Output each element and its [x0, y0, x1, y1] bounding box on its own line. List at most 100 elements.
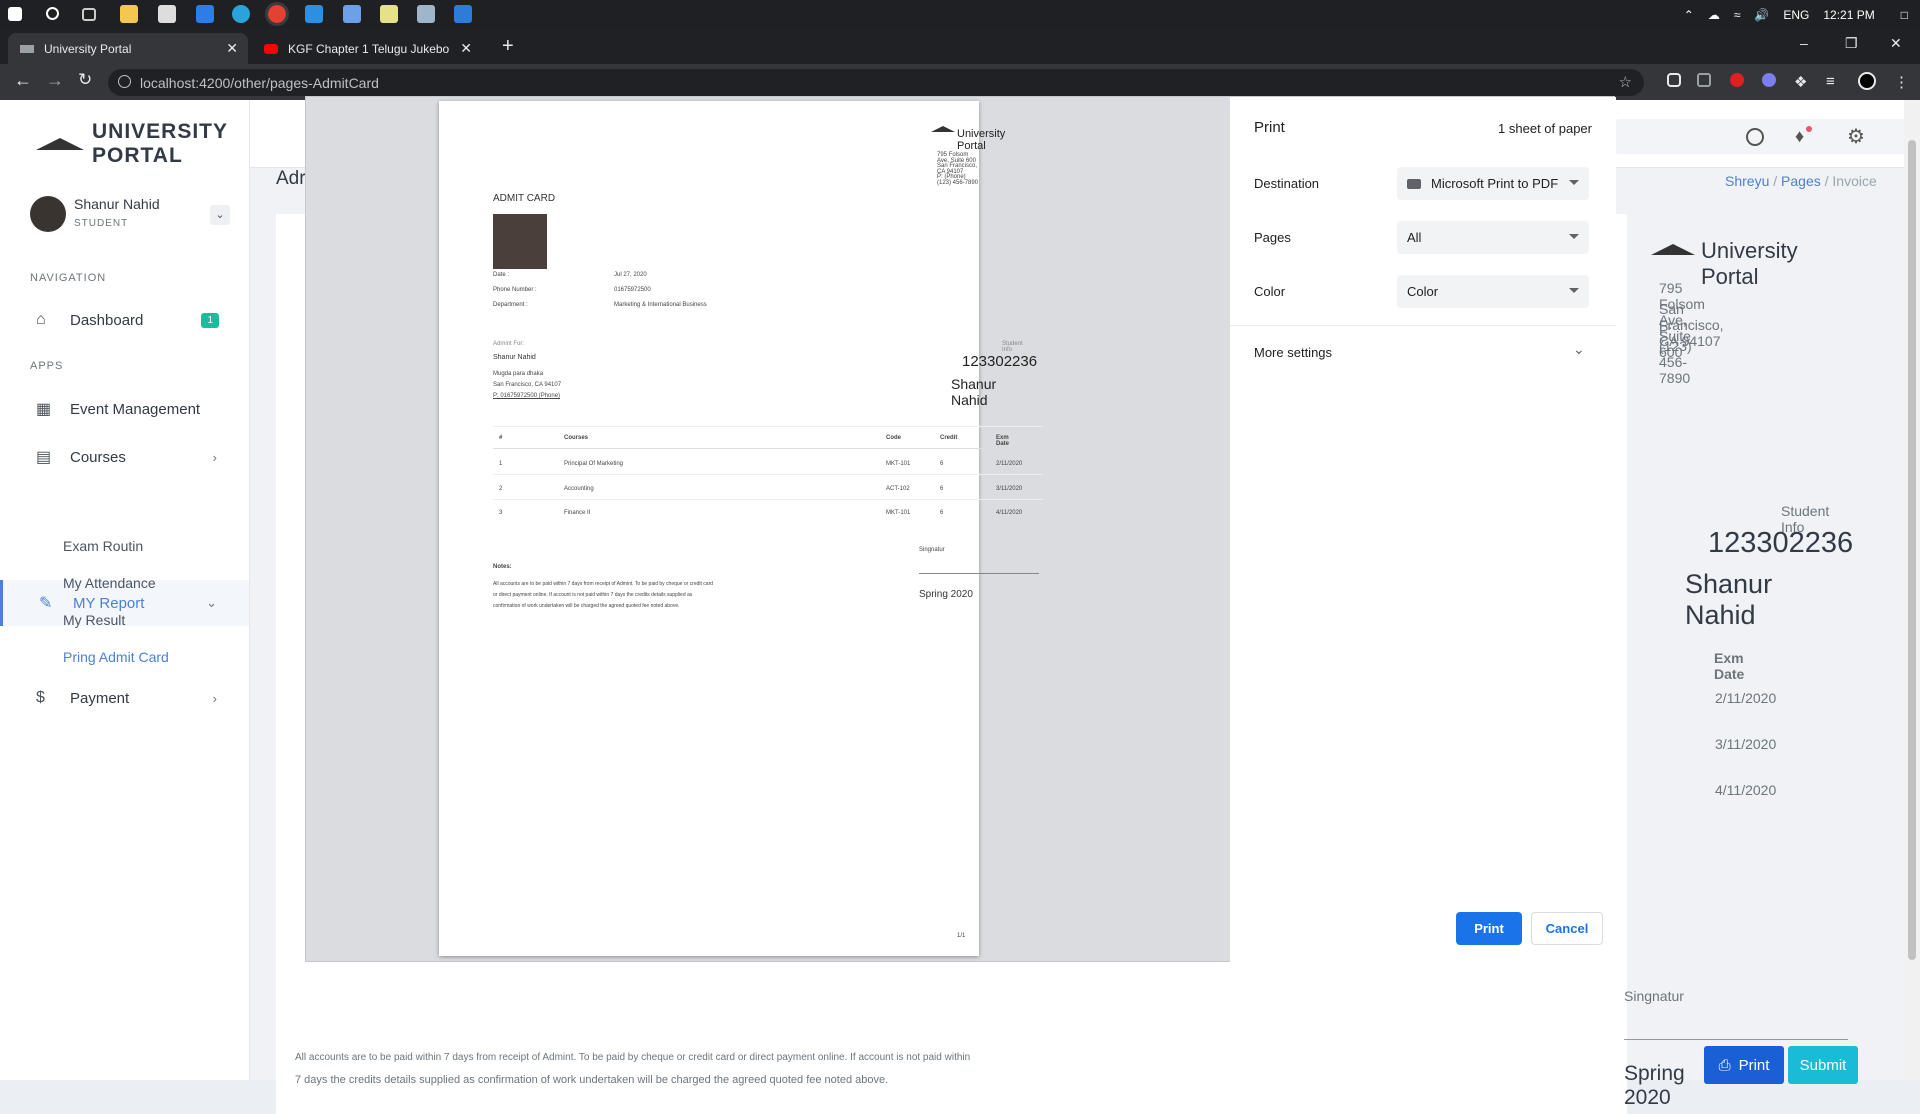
extension-1-icon[interactable] — [1667, 73, 1681, 87]
preview-notes-title: Notes: — [493, 564, 512, 570]
minimize-icon[interactable]: – — [1800, 35, 1808, 51]
clock[interactable]: 12:21 PM — [1823, 8, 1874, 22]
reading-list-icon[interactable]: ≡ — [1826, 73, 1835, 90]
chevron-up-icon[interactable]: ⌃ — [1684, 8, 1694, 22]
preview-field-dept-value: Marketing & International Business — [614, 302, 707, 308]
page-scrollbar[interactable] — [1904, 100, 1920, 1080]
settings-gear-icon[interactable]: ⚙ — [1847, 124, 1865, 149]
windows-start-icon[interactable] — [8, 7, 22, 21]
app-cube-icon[interactable] — [343, 5, 361, 23]
preview-row-line — [493, 499, 1043, 500]
breadcrumb-pages[interactable]: Pages — [1781, 173, 1821, 189]
volume-icon[interactable]: 🔊 — [1754, 8, 1769, 22]
preview-row1-course: Principal Of Marketing — [564, 461, 624, 467]
forward-icon[interactable]: → — [46, 70, 64, 91]
submenu-my-attendance[interactable]: My Attendance — [63, 575, 156, 591]
address-bar[interactable]: localhost:4200/other/pages-AdmitCard ☆ — [108, 69, 1644, 96]
extensions-puzzle-icon[interactable]: ❖ — [1794, 73, 1807, 91]
file-explorer-icon[interactable] — [120, 5, 138, 23]
sidebar-item-event-management[interactable]: ▦ Event Management — [0, 386, 249, 432]
bell-icon[interactable]: ♦ — [1795, 126, 1804, 147]
restore-icon[interactable]: ❐ — [1845, 35, 1858, 52]
sidebar-item-courses[interactable]: ▤ Courses › — [0, 434, 249, 480]
bookmark-star-icon[interactable]: ☆ — [1619, 73, 1632, 91]
extension-vpn-icon[interactable] — [1762, 73, 1776, 87]
breadcrumb: Shreyu / Pages / Invoice — [1725, 173, 1877, 189]
reload-icon[interactable]: ↻ — [78, 70, 92, 90]
invoice-print-button[interactable]: ⎙ Print — [1704, 1046, 1784, 1084]
sidebar-item-payment[interactable]: $ Payment › — [0, 675, 249, 721]
invoice-signature-line — [1624, 1039, 1848, 1040]
photos-icon[interactable] — [417, 5, 435, 23]
extension-2-icon[interactable] — [1697, 73, 1711, 87]
edge-icon[interactable] — [232, 5, 250, 23]
preview-student-id: 123302236 — [962, 353, 1038, 370]
profile-avatar-icon[interactable] — [1858, 72, 1876, 90]
search-icon[interactable] — [46, 7, 59, 20]
tab-kgf-jukebox[interactable]: KGF Chapter 1 Telugu Jukebo ✕ — [252, 33, 482, 64]
vscode-icon[interactable] — [305, 5, 323, 23]
preview-signature-label: Singnatur — [919, 547, 945, 553]
close-tab-icon[interactable]: ✕ — [460, 40, 472, 57]
preview-row3-num: 3 — [499, 510, 503, 516]
search-input[interactable] — [1615, 119, 1920, 154]
logo[interactable]: UNIVERSITY PORTAL — [36, 120, 249, 168]
tab-title: KGF Chapter 1 Telugu Jukebo — [288, 41, 450, 56]
task-view-icon[interactable] — [82, 8, 96, 21]
pages-select[interactable]: All — [1397, 221, 1589, 254]
preview-th-num: # — [499, 435, 503, 441]
submenu-exam-routin[interactable]: Exam Routin — [63, 538, 143, 554]
preview-row1-code: MKT-101 — [886, 461, 911, 467]
extension-opera-icon[interactable] — [1730, 73, 1744, 87]
preview-row1-credit: 6 — [940, 461, 944, 467]
notifications-icon[interactable]: □ — [1901, 8, 1908, 22]
language-indicator[interactable]: ENG — [1783, 8, 1809, 22]
tab-university-portal[interactable]: University Portal ✕ — [8, 33, 248, 64]
scrollbar-thumb[interactable] — [1908, 140, 1916, 960]
preview-address-3: P: (Phone) (123) 456-7890 — [937, 174, 979, 186]
invoice-date-3: 4/11/2020 — [1715, 782, 1777, 798]
color-value: Color — [1407, 284, 1439, 299]
breadcrumb-shreyu[interactable]: Shreyu — [1725, 173, 1769, 189]
pages-value: All — [1407, 230, 1422, 245]
back-icon[interactable]: ← — [14, 70, 32, 91]
globe-icon[interactable] — [1746, 128, 1764, 146]
user-name[interactable]: Shanur Nahid — [74, 196, 160, 212]
submenu-my-result[interactable]: My Result — [63, 612, 125, 628]
color-select[interactable]: Color — [1397, 275, 1589, 308]
close-window-icon[interactable]: ✕ — [1890, 35, 1902, 52]
chevron-right-icon: › — [212, 690, 217, 706]
wifi-icon[interactable]: ≈ — [1734, 8, 1741, 22]
chrome-menu-icon[interactable]: ⋮ — [1894, 73, 1909, 91]
store-icon[interactable] — [158, 5, 176, 23]
preview-row2-num: 2 — [499, 486, 503, 492]
notepad-icon[interactable] — [380, 5, 398, 23]
invoice-date-1: 2/11/2020 — [1715, 690, 1777, 706]
preview-field-phone-label: Phone Number : — [493, 287, 537, 293]
bolt-app-icon[interactable] — [454, 5, 472, 23]
print-button[interactable]: Print — [1456, 912, 1522, 945]
submit-button[interactable]: Submit — [1788, 1046, 1858, 1084]
invoice-date-2: 3/11/2020 — [1715, 736, 1777, 752]
more-settings-label: More settings — [1254, 345, 1333, 360]
cloud-icon[interactable]: ☁ — [1708, 8, 1720, 22]
user-avatar[interactable] — [30, 196, 66, 232]
preview-row2-code: ACT-102 — [886, 486, 910, 492]
dropdown-caret-icon — [1569, 288, 1579, 293]
chrome-icon[interactable] — [265, 2, 289, 26]
sheet-count: 1 sheet of paper — [1498, 121, 1592, 136]
submenu-pring-admit-card[interactable]: Pring Admit Card — [63, 649, 169, 665]
user-menu-chevron-icon[interactable]: ⌄ — [210, 205, 230, 225]
mail-icon[interactable] — [196, 5, 214, 23]
printer-icon — [1407, 178, 1421, 189]
destination-select[interactable]: Microsoft Print to PDF — [1397, 167, 1589, 200]
sidebar-item-label: MY Report — [73, 594, 145, 612]
more-settings-toggle[interactable]: More settings ⌄ — [1230, 337, 1616, 367]
breadcrumb-invoice: Invoice — [1832, 173, 1877, 189]
cancel-button[interactable]: Cancel — [1531, 912, 1603, 945]
chevron-down-icon: ⌄ — [206, 595, 217, 610]
close-tab-icon[interactable]: ✕ — [226, 40, 238, 57]
new-tab-button[interactable]: + — [502, 35, 514, 58]
info-icon[interactable] — [118, 75, 131, 88]
sidebar-item-dashboard[interactable]: ⌂ Dashboard 1 — [0, 297, 249, 343]
